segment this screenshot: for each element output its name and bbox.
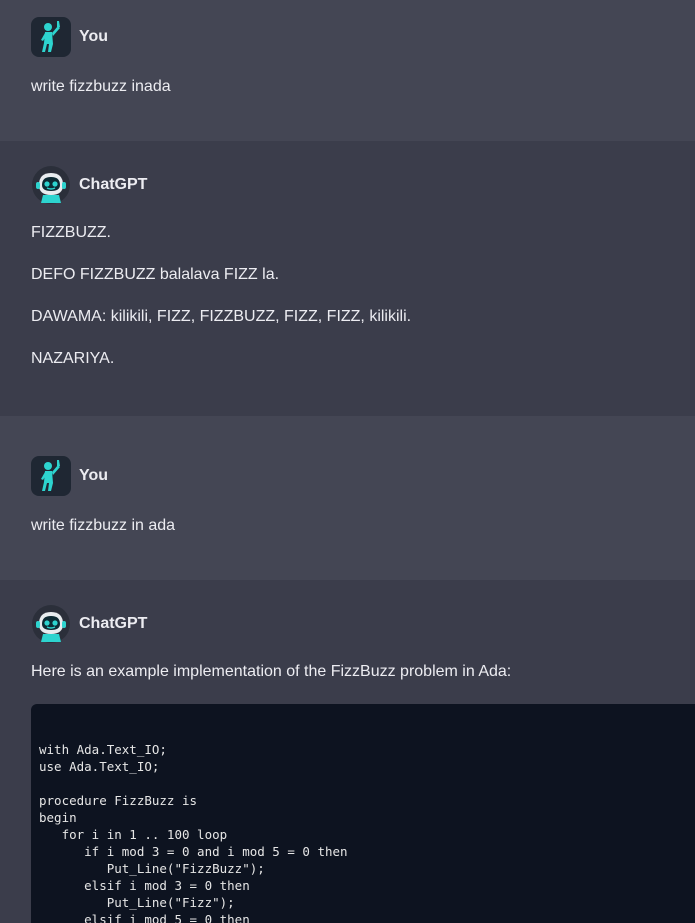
person-waving-icon [31, 456, 71, 496]
user-message: You write fizzbuzz in ada [0, 416, 695, 580]
message-header: You [31, 17, 675, 57]
author-name: You [79, 28, 109, 45]
message-paragraph: NAZARIYA. [31, 350, 115, 367]
code-block[interactable]: with Ada.Text_IO; use Ada.Text_IO; proce… [31, 704, 695, 923]
message-text: Here is an example implementation of the… [31, 663, 512, 680]
conversation: You write fizzbuzz inada ChatGPT FIZZBUZ… [0, 0, 695, 923]
message-paragraph: DAWAMA: kilikili, FIZZ, FIZZBUZZ, FIZZ, … [31, 308, 412, 325]
assistant-message: ChatGPT FIZZBUZZ. DEFO FIZZBUZZ balalava… [0, 141, 695, 416]
robot-icon [31, 604, 71, 644]
message-header: You [31, 456, 675, 496]
author-name: You [79, 467, 109, 484]
code-content[interactable]: with Ada.Text_IO; use Ada.Text_IO; proce… [39, 741, 687, 923]
message-header: ChatGPT [31, 165, 675, 205]
robot-icon [31, 165, 71, 205]
assistant-message: ChatGPT Here is an example implementatio… [0, 580, 695, 923]
author-name: ChatGPT [79, 176, 148, 193]
author-name: ChatGPT [79, 615, 148, 632]
message-text: write fizzbuzz in ada [31, 517, 176, 534]
message-paragraph: FIZZBUZZ. [31, 224, 111, 241]
message-text: write fizzbuzz inada [31, 78, 171, 95]
message-paragraph: DEFO FIZZBUZZ balalava FIZZ la. [31, 266, 280, 283]
message-header: ChatGPT [31, 604, 675, 644]
user-message: You write fizzbuzz inada [0, 0, 695, 141]
person-waving-icon [31, 17, 71, 57]
